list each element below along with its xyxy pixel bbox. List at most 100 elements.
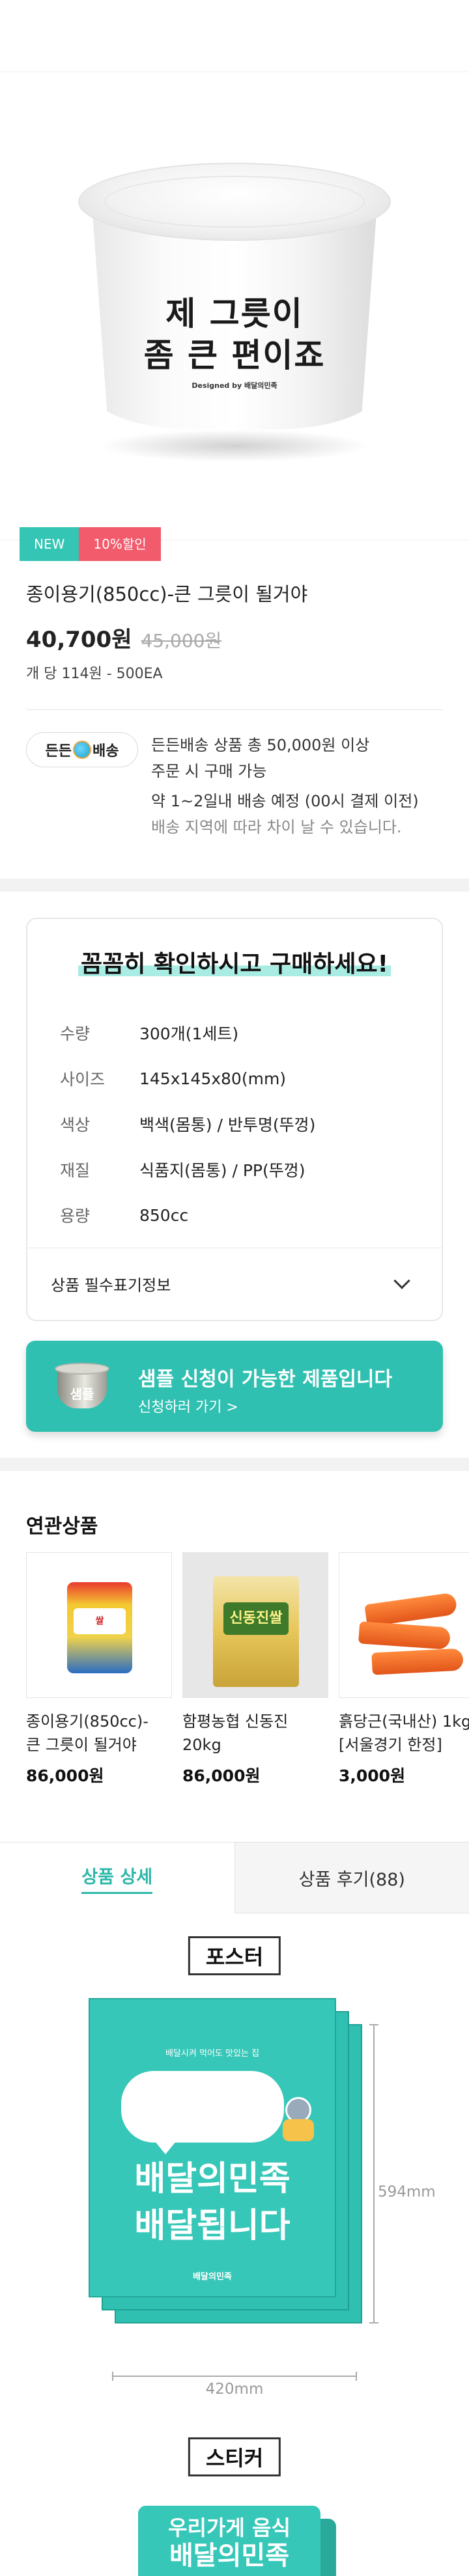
related-name-line1: 흙당근(국내산) 1kg: [339, 1712, 469, 1731]
price-row: 40,700원 45,000원: [26, 622, 221, 653]
bowl-text-line2: 좀 큰 편이죠: [143, 336, 326, 374]
spec-row: 색상 백색(몸통) / 반투명(뚜껑): [60, 1101, 315, 1147]
spec-label: 용량: [60, 1207, 91, 1226]
related-item[interactable]: 흙당근(국내산) 1kg [서울경기 한정] 3,000원: [339, 1552, 469, 1787]
bowl-print: 제 그릇이 좀 큰 편이죠 Designed by 배달의민족: [91, 293, 378, 396]
spec-value: 식품지(몸통) / PP(뚜껑): [139, 1161, 306, 1180]
tab-detail[interactable]: 상품 상세: [0, 1843, 234, 1913]
spec-row: 재질 식품지(몸통) / PP(뚜껑): [60, 1147, 315, 1192]
bowl-lid-rim: [104, 176, 365, 228]
poster-line2: 배달됩니다: [134, 2206, 291, 2245]
sale-price: 40,700원: [26, 627, 132, 653]
tab-detail-label: 상품 상세: [81, 1863, 153, 1894]
divider: [26, 709, 443, 710]
spec-value: 백색(몸통) / 반투명(뚜껑): [139, 1116, 316, 1134]
thumb-label: 신동진쌀: [223, 1602, 289, 1635]
required-info-label: 상품 필수표기정보: [51, 1276, 171, 1295]
spec-label: 색상: [60, 1116, 91, 1134]
paper-bowl-image: 제 그릇이 좀 큰 편이죠 Designed by 배달의민족: [52, 124, 417, 488]
unit-info: 개 당 114원 - 500EA: [26, 666, 163, 682]
bowl-shadow: [98, 430, 371, 462]
sample-bowl-icon: 샘플: [55, 1359, 109, 1414]
robot-icon: [279, 2097, 318, 2143]
related-thumb: 쌀: [26, 1552, 172, 1698]
related-list: 쌀 종이용기(850cc)- 큰 그릇이 될거야 86,000원 신동진쌀 함평…: [26, 1552, 469, 1787]
related-item[interactable]: 신동진쌀 함평농협 신동진 20kg 86,000원: [182, 1552, 328, 1787]
spec-label: 사이즈: [60, 1070, 106, 1089]
width-dimension-line: [112, 2372, 357, 2381]
spec-value: 850cc: [139, 1205, 189, 1225]
sticker-line1: 우리가게 음식: [168, 2515, 291, 2540]
product-image[interactable]: 제 그릇이 좀 큰 편이죠 Designed by 배달의민족: [0, 72, 469, 540]
shipping-line1: 든든배송 상품 총 50,000원 이상: [151, 736, 370, 754]
related-name-line1: 종이용기(850cc)-: [26, 1712, 149, 1731]
bowl-text-line3: Designed by 배달의민족: [192, 381, 277, 390]
spec-label: 재질: [60, 1161, 91, 1180]
bowl-text-line1: 제 그릇이: [165, 295, 304, 333]
detail-tabs: 상품 상세 상품 후기(88): [0, 1842, 469, 1913]
spec-list: 수량 300개(1세트) 사이즈 145x145x80(mm) 색상 백색(몸통…: [60, 1010, 315, 1238]
related-price: 3,000원: [339, 1766, 406, 1785]
spec-row: 사이즈 145x145x80(mm): [60, 1056, 315, 1101]
sample-icon-label: 샘플: [70, 1386, 94, 1402]
spec-row: 수량 300개(1세트): [60, 1010, 315, 1056]
poster-logo: 배달의민족: [193, 2272, 232, 2282]
poster-small-text: 배달시켜 먹어도 맛있는 집: [165, 2049, 259, 2059]
product-title: 종이용기(850cc)-큰 그릇이 될거야: [26, 583, 308, 605]
sale-badge: 10%할인: [79, 527, 161, 561]
related-name-line2: 20kg: [182, 1736, 221, 1754]
sample-title: 샘플 신청이 가능한 제품입니다: [138, 1368, 393, 1391]
poster-front: 배달시켜 먹어도 맛있는 집 배달의민족 배달됩니다 배달의민족: [89, 1998, 336, 2297]
product-page: 제 그릇이 좀 큰 편이죠 Designed by 배달의민족 NEW 10%할…: [0, 0, 469, 2576]
sticker-text: 우리가게 음식 배달의민족: [138, 2515, 320, 2571]
globe-icon: [73, 741, 91, 759]
spec-value: 300개(1세트): [139, 1024, 239, 1043]
related-thumb: 신동진쌀: [182, 1552, 328, 1698]
related-price: 86,000원: [26, 1766, 104, 1785]
shipping-badge: 든든 배송: [26, 732, 138, 767]
new-badge: NEW: [20, 527, 79, 561]
related-name: 종이용기(850cc)- 큰 그릇이 될거야: [26, 1710, 172, 1757]
related-name: 흙당근(국내산) 1kg [서울경기 한정]: [339, 1710, 469, 1757]
related-item[interactable]: 쌀 종이용기(850cc)- 큰 그릇이 될거야 86,000원: [26, 1552, 172, 1787]
spec-card-title-text: 꼼꼼히 확인하시고 구매하세요!: [78, 951, 391, 978]
related-thumb: [339, 1552, 469, 1698]
spec-card: 꼼꼼히 확인하시고 구매하세요! 수량 300개(1세트) 사이즈 145x14…: [26, 918, 443, 1321]
section-gap: [0, 879, 469, 892]
tab-reviews-label: 상품 후기(88): [298, 1869, 405, 1890]
related-title: 연관상품: [26, 1515, 98, 1538]
sticker-image: 우리가게 음식 배달의민족: [138, 2506, 320, 2576]
required-info-toggle[interactable]: 상품 필수표기정보: [51, 1248, 418, 1319]
poster-label: 포스터: [188, 1936, 281, 1975]
shipping-line3: 약 1~2일내 배송 예정 (00시 결제 이전): [151, 792, 419, 810]
poster-line1: 배달의민족: [134, 2159, 291, 2199]
original-price: 45,000원: [141, 630, 222, 651]
sticker-label: 스티커: [188, 2437, 281, 2476]
speech-bubble-icon: [121, 2071, 284, 2154]
product-badges: NEW 10%할인: [20, 527, 161, 561]
related-name-line1: 함평농협 신동진: [182, 1712, 289, 1731]
section-gap: [0, 1458, 469, 1471]
sample-link[interactable]: 신청하러 가기 >: [138, 1395, 238, 1416]
width-dimension: 420mm: [205, 2381, 264, 2398]
related-price: 86,000원: [182, 1766, 261, 1785]
related-name-line2: [서울경기 한정]: [339, 1736, 442, 1754]
height-dimension-line: [369, 2024, 378, 2323]
shipping-line4: 배송 지역에 따라 차이 날 수 있습니다.: [151, 818, 402, 836]
tab-reviews[interactable]: 상품 후기(88): [234, 1843, 469, 1913]
top-spacer: [0, 0, 469, 72]
height-dimension: 594mm: [378, 2184, 436, 2200]
shipping-info: 든든배송 상품 총 50,000원 이상 주문 시 구매 가능 약 1~2일내 …: [151, 732, 419, 840]
sample-request-banner[interactable]: 샘플 샘플 신청이 가능한 제품입니다 신청하러 가기 >: [26, 1341, 443, 1432]
shipping-badge-prefix: 든든: [45, 743, 72, 760]
spec-row: 용량 850cc: [60, 1192, 315, 1238]
poster-headline: 배달의민족 배달됩니다: [90, 2156, 335, 2249]
sticker-line2: 배달의민족: [169, 2541, 289, 2571]
related-name-line2: 큰 그릇이 될거야: [26, 1736, 137, 1754]
poster-image: 배달시켜 먹어도 맛있는 집 배달의민족 배달됩니다 배달의민족: [89, 1998, 375, 2336]
spec-label: 수량: [60, 1024, 91, 1043]
shipping-badge-suffix: 배송: [92, 743, 119, 760]
thumb-label: 쌀: [74, 1608, 126, 1634]
chevron-down-icon: [393, 1272, 410, 1289]
shipping-line2: 주문 시 구매 가능: [151, 762, 267, 780]
